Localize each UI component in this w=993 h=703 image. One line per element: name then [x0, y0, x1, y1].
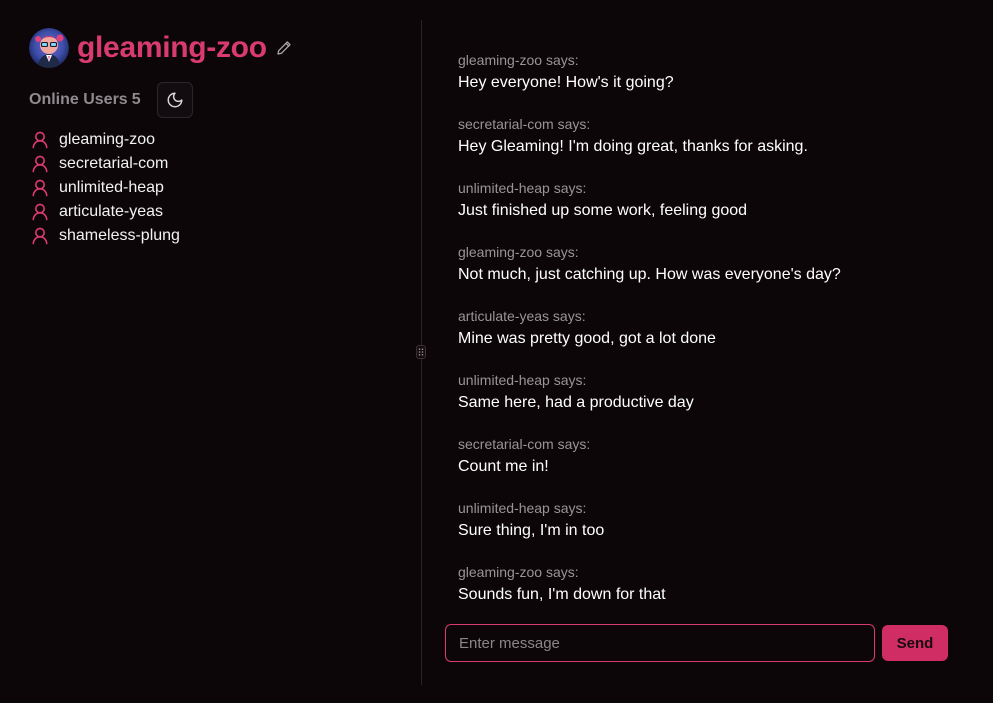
resize-handle[interactable] — [416, 345, 426, 359]
online-users-title: Online Users — [29, 91, 128, 108]
user-name: articulate-yeas — [59, 203, 164, 220]
online-users-header: Online Users 5 — [29, 82, 193, 118]
moon-icon — [167, 92, 183, 108]
sidebar: gleaming-zoo Online Users 5 gleaming-zoo … — [0, 0, 421, 703]
user-icon — [32, 179, 48, 197]
user-name: secretarial-com — [59, 155, 169, 172]
user-icon — [32, 203, 48, 221]
message-text: Mine was pretty good, got a lot done — [458, 330, 716, 347]
message-text: Just finished up some work, feeling good — [458, 202, 748, 219]
message-sender: articulate-yeas says: — [458, 308, 586, 324]
user-list-item[interactable]: gleaming-zoo — [30, 128, 180, 152]
grip-icon — [418, 348, 424, 356]
user-icon — [32, 227, 48, 245]
chat-message: articulate-yeas says: Mine was pretty go… — [458, 307, 958, 371]
message-text: Sounds fun, I'm down for that — [458, 586, 666, 603]
user-icon — [32, 131, 48, 149]
user-icon — [32, 155, 48, 173]
avatar-icon — [29, 28, 69, 68]
message-text: Sure thing, I'm in too — [458, 522, 605, 539]
message-sender: unlimited-heap says: — [458, 372, 587, 388]
pencil-icon[interactable] — [276, 40, 292, 56]
message-sender: unlimited-heap says: — [458, 180, 587, 196]
user-name: gleaming-zoo — [59, 131, 156, 148]
message-list: gleaming-zoo says: Hey everyone! How's i… — [458, 51, 958, 627]
message-sender: gleaming-zoo says: — [458, 52, 579, 68]
user-list-item[interactable]: articulate-yeas — [30, 200, 180, 224]
chat-message: gleaming-zoo says: Sounds fun, I'm down … — [458, 563, 958, 627]
chat-app: gleaming-zoo Online Users 5 gleaming-zoo … — [0, 0, 993, 703]
chat-message: secretarial-com says: Count me in! — [458, 435, 958, 499]
message-sender: unlimited-heap says: — [458, 500, 587, 516]
user-list-item[interactable]: unlimited-heap — [30, 176, 180, 200]
user-list-item[interactable]: secretarial-com — [30, 152, 180, 176]
message-text: Hey everyone! How's it going? — [458, 74, 674, 91]
chat-message: gleaming-zoo says: Not much, just catchi… — [458, 243, 958, 307]
message-sender: secretarial-com says: — [458, 116, 591, 132]
online-users-count: 5 — [131, 91, 141, 108]
user-list-item[interactable]: shameless-plung — [30, 224, 180, 248]
chat-message: unlimited-heap says: Just finished up so… — [458, 179, 958, 243]
message-text: Not much, just catching up. How was ever… — [458, 266, 841, 283]
chat-message: gleaming-zoo says: Hey everyone! How's i… — [458, 51, 958, 115]
theme-toggle-button[interactable] — [156, 82, 193, 118]
message-text: Count me in! — [458, 458, 549, 475]
message-text: Same here, had a productive day — [458, 394, 694, 411]
message-sender: gleaming-zoo says: — [458, 564, 579, 580]
message-sender: gleaming-zoo says: — [458, 244, 579, 260]
message-text: Hey Gleaming! I'm doing great, thanks fo… — [458, 138, 808, 155]
user-name: unlimited-heap — [59, 179, 164, 196]
current-username: gleaming-zoo — [77, 31, 267, 64]
message-sender: secretarial-com says: — [458, 436, 591, 452]
user-name: shameless-plung — [59, 227, 180, 244]
online-user-list: gleaming-zoo secretarial-com unlimited-h… — [30, 128, 180, 248]
online-users-label: Online Users 5 — [29, 91, 145, 109]
message-composer: Send — [445, 624, 948, 662]
chat-message: unlimited-heap says: Same here, had a pr… — [458, 371, 958, 435]
send-button[interactable]: Send — [882, 625, 948, 661]
message-input[interactable] — [445, 624, 875, 662]
chat-message: secretarial-com says: Hey Gleaming! I'm … — [458, 115, 958, 179]
profile-header: gleaming-zoo — [29, 28, 292, 68]
chat-message: unlimited-heap says: Sure thing, I'm in … — [458, 499, 958, 563]
